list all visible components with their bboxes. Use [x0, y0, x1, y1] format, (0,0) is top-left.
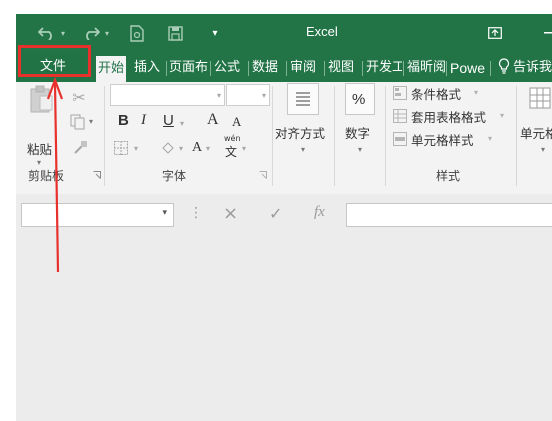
cells-icon[interactable] — [528, 84, 552, 112]
conditional-formatting-button[interactable]: 条件格式 — [411, 84, 461, 103]
tab-separator — [248, 61, 249, 76]
percent-symbol: % — [352, 91, 366, 108]
undo-dropdown-icon[interactable]: ▾ — [58, 23, 68, 43]
tab-page-layout[interactable]: 页面布 — [169, 58, 209, 78]
conditional-formatting-dropdown-icon[interactable]: ▾ — [474, 88, 478, 97]
phonetic-guide-button[interactable]: 文 — [225, 143, 237, 160]
paste-icon[interactable] — [26, 82, 56, 116]
name-box-dropdown-icon[interactable]: ▾ — [162, 208, 167, 218]
borders-icon[interactable] — [112, 140, 130, 156]
cells-dropdown-icon[interactable]: ▾ — [541, 145, 545, 154]
alignment-dropdown-icon[interactable]: ▾ — [301, 145, 305, 154]
font-color-dropdown-icon[interactable]: ▾ — [206, 144, 210, 153]
customize-qat-icon[interactable]: ▾ — [208, 23, 222, 43]
redo-dropdown-icon[interactable]: ▾ — [102, 23, 112, 43]
file-tab-highlight-box — [18, 45, 91, 77]
formula-input[interactable] — [346, 203, 552, 227]
font-color-button[interactable]: A — [192, 140, 202, 156]
tab-separator — [446, 61, 447, 76]
shrink-font-button[interactable]: A — [232, 114, 241, 130]
formula-bar: ▾ ⋮ × ✓ fx — [16, 194, 552, 239]
fill-color-icon[interactable] — [158, 139, 176, 157]
name-box[interactable]: ▾ — [21, 203, 174, 227]
font-size-dropdown-icon: ▾ — [261, 91, 266, 100]
excel-window: ▾ ▾ ▾ Excel 开始 插入 页面布 公式 数据 审阅 视图 开发工 福昕… — [16, 14, 552, 421]
format-as-table-icon[interactable] — [392, 108, 408, 124]
tab-separator — [403, 61, 404, 76]
tab-data[interactable]: 数据 — [252, 58, 278, 78]
font-name-dropdown[interactable]: ▾ — [110, 84, 225, 106]
styles-group-label: 样式 — [436, 169, 461, 183]
redo-icon[interactable] — [80, 23, 102, 43]
format-as-table-button[interactable]: 套用表格格式 — [411, 107, 486, 126]
ribbon-tab-bar: 开始 插入 页面布 公式 数据 审阅 视图 开发工 福昕阅 Powe 告诉我 — [16, 52, 552, 82]
phonetic-dropdown-icon[interactable]: ▾ — [242, 144, 246, 153]
borders-dropdown-icon[interactable]: ▾ — [134, 144, 138, 153]
tab-separator — [362, 61, 363, 76]
alignment-icon[interactable] — [287, 83, 319, 115]
tab-insert[interactable]: 插入 — [134, 58, 160, 78]
cancel-icon[interactable]: × — [223, 203, 238, 224]
grow-font-button[interactable]: A — [207, 111, 219, 129]
number-format-icon[interactable]: % — [345, 83, 375, 115]
number-dropdown-icon[interactable]: ▾ — [358, 145, 362, 154]
tab-developer[interactable]: 开发工 — [366, 58, 402, 78]
group-separator — [334, 86, 335, 186]
tab-power[interactable]: Powe — [450, 58, 485, 78]
alignment-button-label[interactable]: 对齐方式 — [275, 123, 325, 142]
font-launcher-icon[interactable] — [258, 170, 268, 180]
copy-dropdown-icon[interactable]: ▾ — [89, 117, 93, 126]
title-bar: ▾ ▾ ▾ Excel — [16, 14, 552, 52]
tab-separator — [210, 61, 211, 76]
format-as-table-dropdown-icon[interactable]: ▾ — [500, 111, 504, 120]
format-painter-icon[interactable] — [71, 138, 91, 156]
fill-color-dropdown-icon[interactable]: ▾ — [179, 144, 183, 153]
tab-separator — [166, 61, 167, 76]
tab-home[interactable]: 开始 — [96, 56, 127, 82]
font-size-dropdown[interactable]: ▾ — [226, 84, 270, 106]
tell-me-icon[interactable] — [498, 58, 510, 78]
tab-view[interactable]: 视图 — [328, 58, 354, 78]
paste-dropdown-icon[interactable]: ▾ — [37, 158, 41, 167]
cell-styles-icon[interactable] — [392, 131, 408, 147]
underline-button[interactable]: U — [163, 112, 174, 129]
undo-icon[interactable] — [36, 23, 58, 43]
tab-separator — [286, 61, 287, 76]
tab-separator — [490, 61, 491, 76]
window-title: Excel — [306, 24, 338, 39]
bold-button[interactable]: B — [118, 112, 129, 129]
tab-separator — [324, 61, 325, 76]
italic-button[interactable]: I — [141, 112, 146, 129]
paste-label[interactable]: 粘贴 — [27, 139, 52, 158]
copy-icon[interactable] — [68, 112, 88, 132]
insert-function-icon[interactable]: fx — [314, 204, 325, 221]
group-separator — [385, 86, 386, 186]
tab-formulas[interactable]: 公式 — [214, 58, 240, 78]
cut-icon[interactable]: ✂ — [70, 88, 88, 107]
font-name-dropdown-icon: ▾ — [216, 91, 221, 100]
cell-styles-button[interactable]: 单元格样式 — [411, 130, 474, 149]
group-separator — [104, 86, 105, 186]
number-button-label[interactable]: 数字 — [345, 123, 370, 142]
tab-review[interactable]: 审阅 — [290, 58, 316, 78]
clipboard-group-label: 剪贴板 — [28, 169, 65, 183]
ribbon-home: 粘贴 ▾ ✂ ▾ 剪贴板 ▾ ▾ B I U ▾ A A ▾ ▾ A ▾ wén… — [16, 82, 552, 195]
phonetic-top: wén — [224, 134, 241, 143]
group-separator — [516, 86, 517, 186]
cell-styles-dropdown-icon[interactable]: ▾ — [488, 134, 492, 143]
underline-dropdown-icon[interactable]: ▾ — [180, 119, 184, 128]
print-preview-icon[interactable] — [128, 23, 146, 43]
formula-bar-grip[interactable]: ⋮ — [189, 205, 203, 221]
clipboard-launcher-icon[interactable] — [92, 170, 102, 180]
cells-button-label[interactable]: 单元格 — [520, 123, 552, 142]
enter-icon[interactable]: ✓ — [269, 204, 282, 223]
group-separator — [272, 86, 273, 186]
minimize-icon[interactable] — [544, 23, 552, 43]
tab-foxit[interactable]: 福昕阅 — [407, 58, 445, 78]
save-icon[interactable] — [166, 23, 184, 43]
conditional-formatting-icon[interactable] — [392, 85, 408, 101]
tell-me-search[interactable]: 告诉我 — [513, 58, 552, 78]
font-group-label: 字体 — [162, 169, 187, 183]
ribbon-display-options-icon[interactable] — [486, 23, 504, 43]
